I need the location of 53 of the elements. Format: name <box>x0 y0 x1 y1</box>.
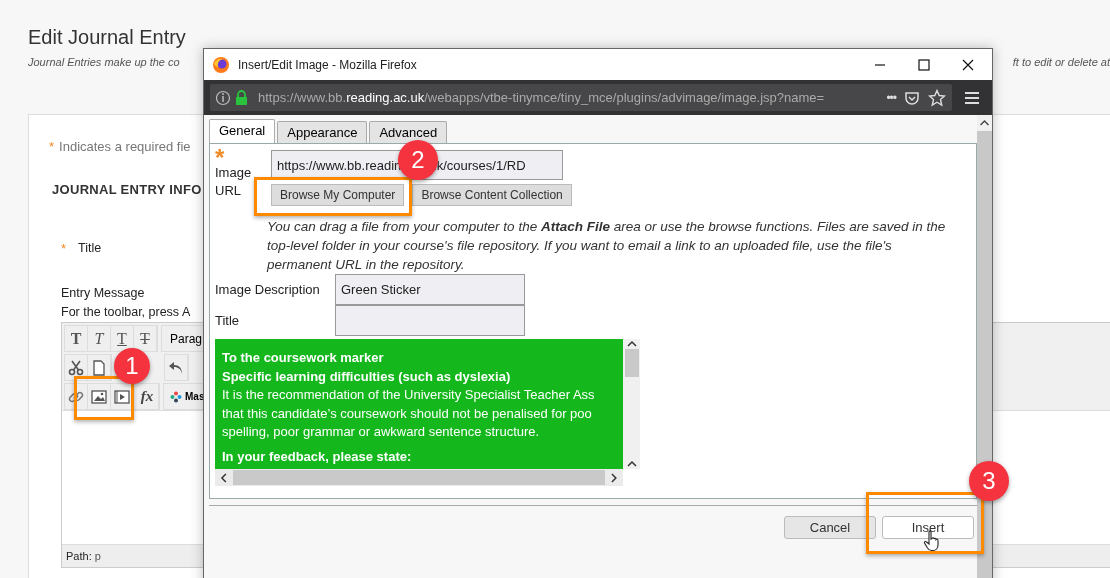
title-field[interactable] <box>335 305 525 336</box>
hand-cursor-icon <box>923 530 941 552</box>
field-label: Image Description <box>215 280 321 299</box>
browse-button[interactable]: Browse My Computer <box>271 184 405 206</box>
page-description: Journal Entries make up the co <box>28 56 180 68</box>
sticker-text: It is the recommendation of the University Specialist Teacher Ass <box>222 386 596 404</box>
field-label: Image URL <box>215 164 253 200</box>
toolbar-hint: For the toolbar, press A <box>61 305 191 319</box>
chevron-up-icon[interactable] <box>977 115 992 131</box>
tab[interactable]: Advanced <box>369 121 448 143</box>
chevron-right-icon[interactable] <box>609 472 619 483</box>
tab[interactable]: Appearance <box>277 121 368 143</box>
scrollbar[interactable] <box>215 469 623 486</box>
maximize-icon[interactable] <box>918 58 930 71</box>
required-note: Indicates a required fie <box>59 139 191 154</box>
dots-icon <box>170 390 182 403</box>
section-heading: JOURNAL ENTRY INFO <box>52 182 202 197</box>
field-label: Entry Message <box>61 286 145 300</box>
sticker-text: that this candidate’s coursework should not be penalised for poo <box>222 404 593 423</box>
star-icon[interactable] <box>928 88 946 107</box>
scrollbar-thumb[interactable] <box>624 349 639 377</box>
browser-logo-icon <box>212 55 230 74</box>
field-label: Title <box>78 241 102 256</box>
chevron-left-icon[interactable] <box>219 472 229 483</box>
tab[interactable]: General <box>209 119 276 143</box>
pocket-icon[interactable] <box>904 89 920 106</box>
more-button[interactable]: ••• <box>886 90 896 105</box>
sticker-text: In your feedback, please state: <box>222 447 413 466</box>
menu-icon[interactable] <box>964 90 980 105</box>
url-text: https://www.bb.reading.ac.uk/webapps/vtbe-tinymce/tiny_mce/plugins/advimage/image.jsp?name= <box>258 90 826 105</box>
close-icon[interactable] <box>962 58 974 71</box>
required-mark: * <box>215 150 225 164</box>
image-description-field[interactable]: Green Sticker <box>335 274 525 305</box>
sticker-text: To the coursework marker <box>222 349 385 367</box>
address-bar[interactable]: https://www.bb.reading.ac.uk/webapps/vtbe-tinymce/tiny_mce/plugins/advimage/image.jsp?name= ••• <box>210 84 952 111</box>
page-title: Edit Journal Entry <box>28 26 187 49</box>
window-title: Insert/Edit Image - Mozilla Firefox <box>238 57 417 72</box>
image-icon[interactable] <box>88 384 111 409</box>
sticker-text: Specific learning difficulties (such as dyslexia) <box>222 367 512 386</box>
required-mark: * <box>61 241 67 256</box>
dialog-button[interactable]: Cancel <box>784 516 876 539</box>
required-mark: * <box>49 139 55 154</box>
scrollbar[interactable] <box>623 339 640 469</box>
page-description: ft to edit or delete at <box>1012 56 1110 68</box>
field-label: Title <box>215 311 241 330</box>
help-text: You can drag a file from your computer to the Attach File area or use the browse functions. Files are saved in the top-level folder in your course's file repository. If you want to email a link to an uploaded file, use the file's permanent URL in the repository. <box>267 218 947 274</box>
dialog-button[interactable]: Insert <box>882 516 974 539</box>
info-lock-icon <box>216 89 250 106</box>
chevron-down-icon[interactable] <box>626 459 637 469</box>
browse-button[interactable]: Browse Content Collection <box>412 184 572 206</box>
sticker-text: spelling, poor grammar or awkward sentence structure. <box>222 423 541 441</box>
chevron-up-icon[interactable] <box>626 339 637 349</box>
link-icon[interactable] <box>65 384 88 409</box>
